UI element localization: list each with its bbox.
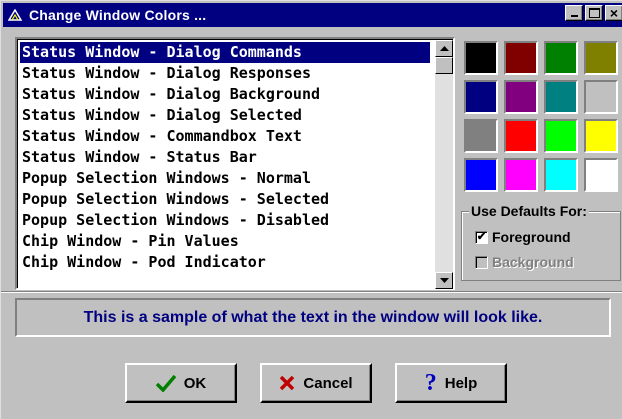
list-item[interactable]: Status Window - Dialog Selected (20, 105, 430, 126)
color-swatch[interactable] (464, 158, 498, 192)
ok-label: OK (183, 374, 207, 392)
color-swatch[interactable] (544, 158, 578, 192)
sample-text: This is a sample of what the text in the… (83, 308, 543, 326)
color-swatch[interactable] (464, 119, 498, 153)
foreground-default-checkbox[interactable]: ✔ Foreground (475, 229, 571, 245)
cancel-button[interactable]: Cancel (260, 363, 372, 403)
color-swatch[interactable] (584, 80, 618, 114)
list-item[interactable]: Popup Selection Windows - Disabled (20, 210, 430, 231)
color-swatch[interactable] (584, 119, 618, 153)
color-swatch[interactable] (584, 158, 618, 192)
sample-text-preview: This is a sample of what the text in the… (15, 298, 611, 337)
scroll-up-button[interactable] (435, 40, 453, 57)
arrow-up-icon (439, 46, 449, 51)
x-icon (279, 375, 295, 391)
checkbox-disabled-icon (475, 255, 488, 269)
question-icon: ? (424, 369, 437, 396)
list-item[interactable]: Popup Selection Windows - Selected (20, 189, 430, 210)
list-item[interactable]: Chip Window - Pod Indicator (20, 252, 430, 273)
list-items: Status Window - Dialog Commands Status Wi… (20, 42, 430, 273)
list-item[interactable]: Status Window - Dialog Background (20, 84, 430, 105)
close-button[interactable]: × (605, 5, 622, 21)
window-element-list[interactable]: Status Window - Dialog Commands Status Wi… (15, 37, 455, 290)
use-defaults-label: Use Defaults For: (469, 203, 589, 219)
minimize-button[interactable] (565, 5, 583, 21)
background-default-checkbox: Background (475, 254, 574, 270)
scroll-down-button[interactable] (435, 272, 453, 289)
app-icon (7, 7, 23, 23)
list-item[interactable]: Chip Window - Pin Values (20, 231, 430, 252)
list-frame: Status Window - Dialog Commands Status Wi… (17, 39, 453, 289)
title-bar[interactable]: Change Window Colors ... (3, 3, 622, 27)
foreground-label: Foreground (492, 229, 571, 245)
maximize-icon (588, 8, 600, 18)
color-swatch[interactable] (504, 119, 538, 153)
checkbox-checked-icon: ✔ (475, 230, 488, 244)
color-swatch[interactable] (544, 119, 578, 153)
color-swatch[interactable] (464, 80, 498, 114)
vertical-scrollbar[interactable] (435, 40, 453, 289)
color-swatch[interactable] (504, 41, 538, 75)
color-swatch[interactable] (504, 158, 538, 192)
window-title: Change Window Colors ... (29, 7, 207, 23)
color-swatch[interactable] (544, 80, 578, 114)
color-swatch[interactable] (464, 41, 498, 75)
list-item[interactable]: Status Window - Status Bar (20, 147, 430, 168)
separator-highlight (1, 292, 622, 293)
color-swatch[interactable] (544, 41, 578, 75)
list-item[interactable]: Status Window - Dialog Responses (20, 63, 430, 84)
arrow-down-icon (439, 278, 449, 283)
use-defaults-group (461, 211, 621, 281)
color-swatch[interactable] (584, 41, 618, 75)
ok-button[interactable]: OK (125, 363, 237, 403)
checkmark-icon (155, 374, 176, 392)
scroll-thumb[interactable] (435, 57, 453, 74)
list-item[interactable]: Status Window - Dialog Commands (20, 42, 430, 63)
cancel-label: Cancel (303, 374, 353, 392)
help-label: Help (444, 374, 478, 392)
close-icon: × (609, 5, 619, 21)
list-item[interactable]: Status Window - Commandbox Text (20, 126, 430, 147)
background-label: Background (492, 254, 574, 270)
help-button[interactable]: ? Help (395, 363, 507, 403)
change-window-colors-dialog: Change Window Colors ... × Status Window… (0, 0, 622, 419)
list-item[interactable]: Popup Selection Windows - Normal (20, 168, 430, 189)
maximize-button[interactable] (585, 5, 603, 21)
color-swatch[interactable] (504, 80, 538, 114)
minimize-icon (570, 15, 578, 17)
